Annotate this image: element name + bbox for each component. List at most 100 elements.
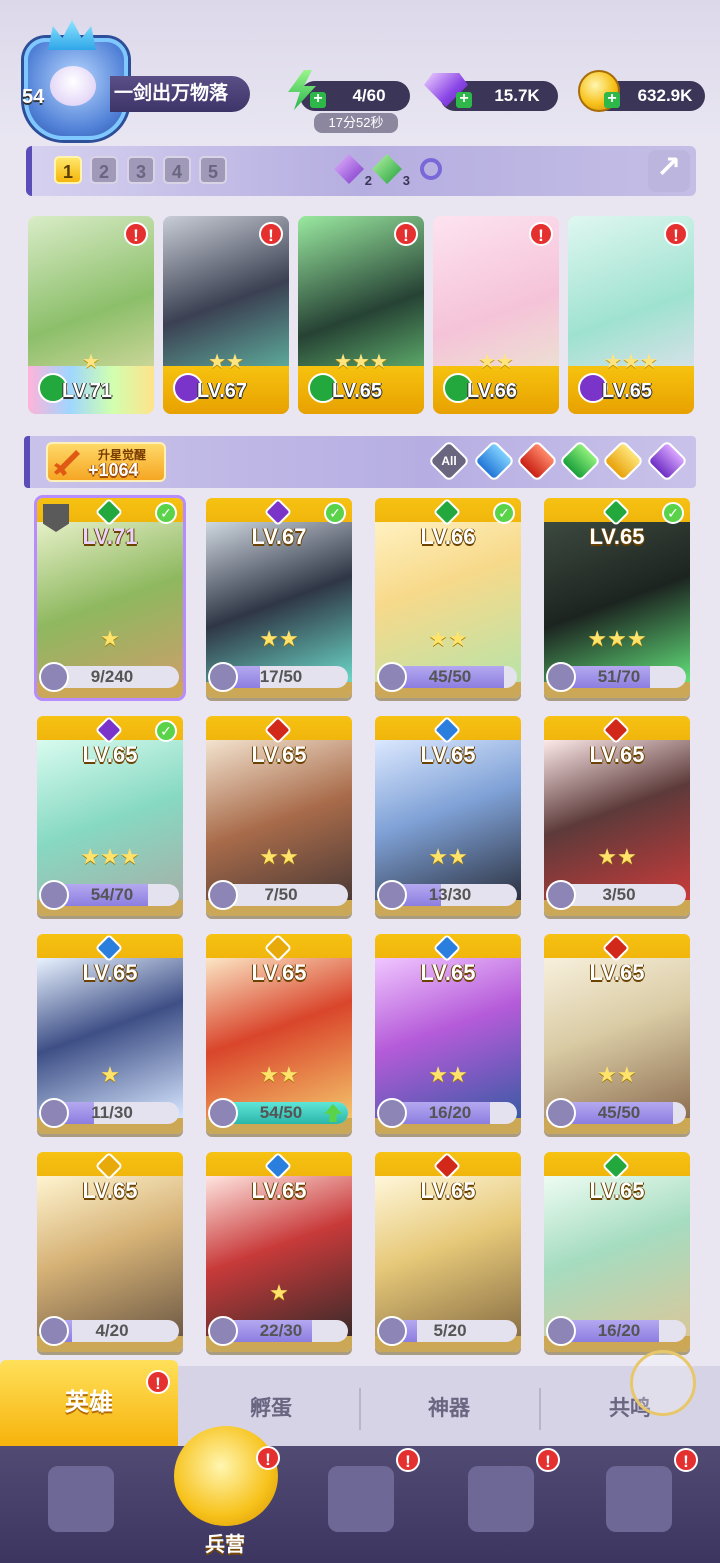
dark-element-count: 2 (364, 173, 372, 188)
hero-card[interactable]: LV.65 ★★★ 54/70 ✓ (37, 716, 183, 916)
player-name[interactable]: 一剑出万物落 (110, 76, 250, 112)
add-gem-icon[interactable]: + (456, 91, 472, 108)
hero-level: LV.65 (602, 380, 653, 402)
hero-card[interactable]: LV.65 ★★ 13/30 (375, 716, 521, 916)
hero-card[interactable]: LV.71 ★ 9/240 ✓ (34, 495, 186, 701)
dark-element-icon (334, 154, 364, 184)
shard-icon (208, 880, 238, 910)
star-rating: ★★ (259, 844, 299, 869)
star-rating: ★★★ (334, 351, 388, 373)
hero-level: LV.65 (82, 960, 138, 985)
nav-castle-alert: ! (536, 1448, 560, 1472)
hero-level: LV.66 (467, 380, 518, 402)
crown-icon (48, 20, 96, 50)
shard-icon (546, 880, 576, 910)
hero-card[interactable]: LV.65 ★★ 7/50 (206, 716, 352, 916)
lineup-slot-2[interactable]: 2 (90, 156, 118, 184)
star-rating: ★★★ (587, 626, 647, 651)
star-rating: ★★★ (604, 351, 658, 373)
hero-level: LV.66 (420, 524, 476, 549)
shard-icon (377, 662, 407, 692)
checkmark-icon: ✓ (155, 720, 177, 742)
shard-icon (39, 1098, 69, 1128)
hero-level: LV.65 (420, 742, 476, 767)
lineup-slot-5[interactable]: 5 (199, 156, 227, 184)
hero-card[interactable]: LV.65 ★★ 54/50 (206, 934, 352, 1134)
hero-alert-badge: ! (394, 222, 418, 246)
shard-icon (377, 1316, 407, 1346)
hero-level: LV.65 (589, 524, 645, 549)
add-energy-icon[interactable]: + (310, 91, 326, 108)
shard-icon (377, 880, 407, 910)
share-icon[interactable] (648, 150, 690, 192)
tab-artifacts[interactable]: 神器 (360, 1376, 538, 1442)
floating-action-icon[interactable] (630, 1350, 696, 1416)
star-rating: ★★ (597, 1062, 637, 1087)
awaken-value: +1064 (88, 460, 139, 480)
hero-level: LV.65 (82, 1178, 138, 1203)
map-book-icon (328, 1466, 394, 1532)
hero-alert-badge: ! (124, 222, 148, 246)
hero-level: LV.65 (82, 742, 138, 767)
shard-icon (377, 1098, 407, 1128)
dark-element-counter: 2 (334, 154, 372, 188)
lineup-slot-4[interactable]: 4 (163, 156, 191, 184)
star-rating: ★★ (597, 844, 637, 869)
nav-cards[interactable] (20, 1456, 140, 1552)
hero-alert-badge: ! (259, 222, 283, 246)
guild-tower-icon (606, 1466, 672, 1532)
hero-level: LV.71 (62, 380, 113, 402)
hero-card[interactable]: LV.67 ★★ 17/50 ✓ (206, 498, 352, 698)
star-awaken-button[interactable]: 升星觉醒 +1064 (46, 442, 166, 482)
cards-icon (48, 1466, 114, 1532)
nav-guild-alert: ! (674, 1448, 698, 1472)
shard-icon (208, 1316, 238, 1346)
player-level: 54 (22, 86, 45, 108)
hero-card[interactable]: LV.65 16/20 (544, 1152, 690, 1352)
checkmark-icon: ✓ (493, 502, 515, 524)
hero-card[interactable]: LV.65 ★★★ 51/70 ✓ (544, 498, 690, 698)
add-gold-icon[interactable]: + (604, 91, 620, 108)
lineup-slot-3[interactable]: 3 (127, 156, 155, 184)
hero-level: LV.67 (251, 524, 307, 549)
star-rating: ★★ (428, 626, 468, 651)
hero-card[interactable]: LV.65 5/20 (375, 1152, 521, 1352)
hero-level: LV.65 (251, 742, 307, 767)
shard-icon (208, 1098, 238, 1128)
hero-level: LV.65 (589, 1178, 645, 1203)
hero-level: LV.65 (589, 960, 645, 985)
star-rating: ★ (100, 626, 120, 651)
barracks-icon (174, 1426, 278, 1526)
hero-card[interactable]: LV.65 ★★ 3/50 (544, 716, 690, 916)
hero-card[interactable]: LV.65 ★ 11/30 (37, 934, 183, 1134)
nav-barracks[interactable]: 兵营 (170, 1420, 280, 1560)
shard-icon (208, 662, 238, 692)
hero-card[interactable]: LV.65 ★★ 16/20 (375, 934, 521, 1134)
hero-level: LV.65 (332, 380, 383, 402)
nature-element-icon (372, 154, 402, 184)
lineup-slot-1[interactable]: 1 (54, 156, 82, 184)
nav-barracks-label: 兵营 (205, 1534, 245, 1556)
shard-icon (39, 1316, 69, 1346)
hero-level: LV.65 (589, 742, 645, 767)
star-rating: ★★ (259, 626, 299, 651)
hero-card[interactable]: LV.65 ★★ 45/50 (544, 934, 690, 1134)
star-rating: ★★ (428, 1062, 468, 1087)
hero-card[interactable]: LV.65 ★ 22/30 (206, 1152, 352, 1352)
castle-icon (468, 1466, 534, 1532)
star-rating: ★ (82, 351, 100, 373)
hero-level: LV.65 (420, 960, 476, 985)
hero-alert-badge: ! (664, 222, 688, 246)
nav-barracks-alert: ! (256, 1446, 280, 1470)
star-rating: ★★ (478, 351, 514, 373)
search-icon[interactable] (420, 158, 442, 180)
hero-card[interactable]: LV.65 4/20 (37, 1152, 183, 1352)
shard-icon (546, 662, 576, 692)
energy-timer: 17分52秒 (314, 113, 398, 133)
hero-level: LV.65 (251, 960, 307, 985)
star-rating: ★ (269, 1280, 289, 1305)
star-rating: ★★★ (80, 844, 140, 869)
hero-card[interactable]: LV.66 ★★ 45/50 ✓ (375, 498, 521, 698)
checkmark-icon: ✓ (324, 502, 346, 524)
hero-level: LV.65 (251, 1178, 307, 1203)
